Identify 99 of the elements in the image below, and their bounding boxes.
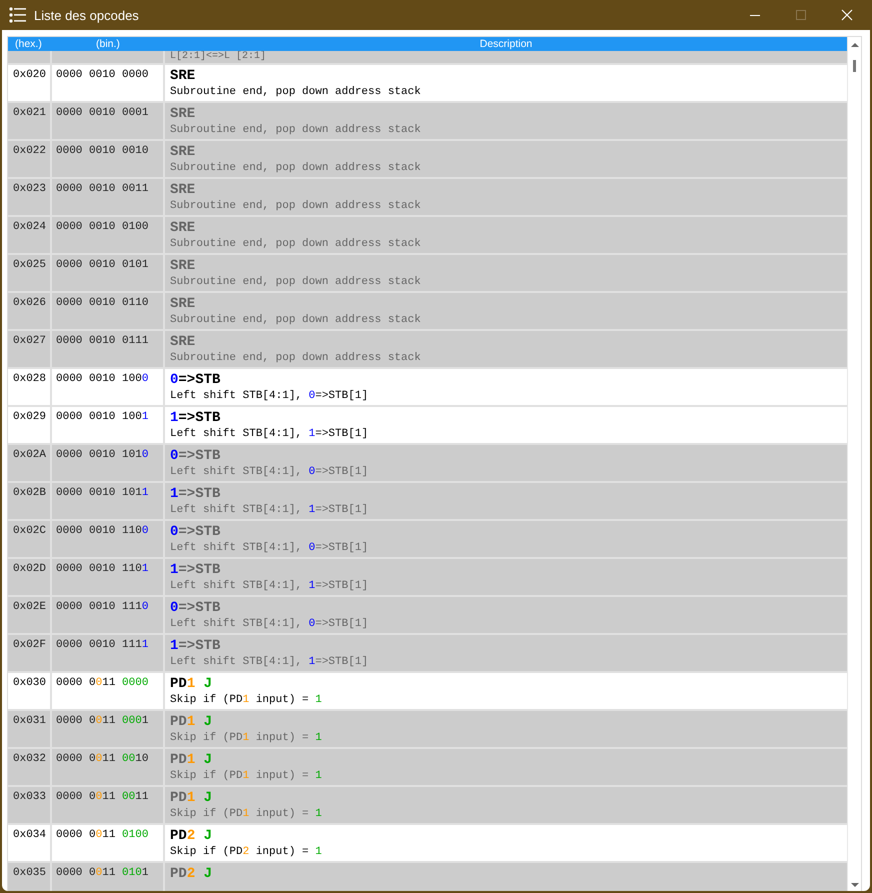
table-cell: 0x02E — [13, 601, 46, 613]
table-cell: 0000 0011 0101 — [56, 867, 148, 879]
table-cell: 0000 0010 1101 — [56, 563, 148, 575]
mnemonic-text: PD2 J — [170, 828, 214, 845]
table-cell: 0000 0010 1010 — [56, 449, 148, 461]
description-text: Subroutine end, pop down address stack — [170, 199, 422, 213]
table-cell: 0000 0010 1100 — [56, 525, 148, 537]
table-cell: 0x032 — [13, 753, 46, 765]
table-cell: 0x020 — [13, 69, 46, 81]
window-title: Liste des opcodes — [34, 8, 139, 22]
mnemonic-text: 0=>STB — [170, 524, 222, 541]
table-cell: 0x024 — [13, 221, 46, 233]
maximize-icon — [795, 9, 807, 21]
scroll-thumb[interactable] — [853, 60, 856, 72]
table-cell: 0000 0010 0101 — [56, 259, 148, 271]
description-text: Left shift STB[4:1], 1=>STB[1] — [170, 579, 370, 593]
description-text: Left shift STB[4:1], 1=>STB[1] — [170, 503, 370, 517]
description-text: Skip if (PD1 input) = 1 — [170, 769, 323, 783]
mnemonic-text: PD1 J — [170, 676, 214, 693]
table-cell: 0x033 — [13, 791, 46, 803]
description-text: Subroutine end, pop down address stack — [170, 123, 422, 137]
mnemonic-text: PD1 J — [170, 752, 214, 769]
mnemonic-text: PD1 J — [170, 714, 214, 731]
description-text: Subroutine end, pop down address stack — [170, 237, 422, 251]
table-cell: 0000 0010 0001 — [56, 107, 148, 119]
description-text: Left shift STB[4:1], 1=>STB[1] — [170, 655, 370, 669]
scroll-up-icon — [850, 42, 858, 48]
mnemonic-text: 0=>STB — [170, 600, 222, 617]
mnemonic-text: SRE — [170, 220, 196, 237]
table-cell: 0x025 — [13, 259, 46, 271]
mnemonic-text: 0=>STB — [170, 372, 222, 389]
table-cell: 0x027 — [13, 335, 46, 347]
table-cell: 0000 0011 0011 — [56, 791, 148, 803]
mnemonic-text: SRE — [170, 334, 196, 351]
table-cell: 0000 0011 0000 — [56, 677, 148, 689]
table-cell: 0x029 — [13, 411, 46, 423]
table-cell: 0x022 — [13, 145, 46, 157]
table-cell: 0x02F — [13, 639, 46, 651]
description-text: Skip if (PD1 input) = 1 — [170, 807, 323, 821]
table-cell: 0000 0010 0011 — [56, 183, 148, 195]
close-icon — [841, 9, 853, 21]
scroll-down-icon — [850, 882, 858, 888]
mnemonic-text: 1=>STB — [170, 410, 222, 427]
table-cell: 0x023 — [13, 183, 46, 195]
mnemonic-text: 1=>STB — [170, 562, 222, 579]
table-cell: 0000 0010 1001 — [56, 411, 148, 423]
table-cell: 0000 0011 0100 — [56, 829, 148, 841]
mnemonic-text: SRE — [170, 106, 196, 123]
table-cell: 0x02D — [13, 563, 46, 575]
mnemonic-text: PD1 J — [170, 790, 214, 807]
mnemonic-text: PD2 J — [170, 866, 214, 883]
table-cell: 0000 0010 1111 — [56, 639, 148, 651]
mnemonic-text: 0=>STB — [170, 448, 222, 465]
table-cell: 0x034 — [13, 829, 46, 841]
mnemonic-text: SRE — [170, 296, 196, 313]
table-cell: 0x028 — [13, 373, 46, 385]
mnemonic-text: 1=>STB — [170, 486, 222, 503]
table-cell: 0000 0010 0110 — [56, 297, 148, 309]
mnemonic-text: SRE — [170, 144, 196, 161]
description-text: Subroutine end, pop down address stack — [170, 275, 422, 289]
column-header: Description — [478, 38, 534, 50]
table-cell: 0000 0010 1011 — [56, 487, 148, 499]
mnemonic-text: 1=>STB — [170, 638, 222, 655]
column-header: (bin.) — [95, 38, 121, 50]
table-cell: 0x02B — [13, 487, 46, 499]
table-cell: 0000 0010 0000 — [56, 69, 148, 81]
description-text: L[2:1]<=>L [2:1] — [170, 51, 268, 63]
description-text: Left shift STB[4:1], 1=>STB[1] — [170, 427, 370, 441]
description-text: Left shift STB[4:1], 0=>STB[1] — [170, 389, 370, 403]
table-cell: 0000 0010 1110 — [56, 601, 148, 613]
table-cell: 0000 0010 1000 — [56, 373, 148, 385]
table-cell: 0000 0010 0111 — [56, 335, 148, 347]
table-cell: 0000 0010 0010 — [56, 145, 148, 157]
description-text: Subroutine end, pop down address stack — [170, 85, 422, 99]
description-text: Skip if (PD2 input) = 1 — [170, 845, 323, 859]
mnemonic-text: SRE — [170, 182, 196, 199]
description-text: Skip if (PD1 input) = 1 — [170, 731, 323, 745]
table-cell: 0x026 — [13, 297, 46, 309]
description-text: Subroutine end, pop down address stack — [170, 313, 422, 327]
table-cell: 0x02C — [13, 525, 46, 537]
list-icon — [9, 7, 27, 23]
mnemonic-text: SRE — [170, 258, 196, 275]
table-cell: 0000 0011 0001 — [56, 715, 148, 727]
table-cell: 0000 0010 0100 — [56, 221, 148, 233]
table-cell: 0x035 — [13, 867, 46, 879]
description-text: Subroutine end, pop down address stack — [170, 351, 422, 365]
description-text: Left shift STB[4:1], 0=>STB[1] — [170, 617, 370, 631]
description-text: Left shift STB[4:1], 0=>STB[1] — [170, 541, 370, 555]
description-text: Left shift STB[4:1], 0=>STB[1] — [170, 465, 370, 479]
table-cell: 0x02A — [13, 449, 46, 461]
description-text: Subroutine end, pop down address stack — [170, 161, 422, 175]
column-header: (hex.) — [14, 38, 43, 50]
scrollbar[interactable] — [847, 37, 861, 891]
table-cell: 0x030 — [13, 677, 46, 689]
table-cell: 0x021 — [13, 107, 46, 119]
description-text: Skip if (PD1 input) = 1 — [170, 693, 323, 707]
table-cell: 0000 0011 0010 — [56, 753, 148, 765]
mnemonic-text: SRE — [170, 68, 196, 85]
table-cell: 0x031 — [13, 715, 46, 727]
